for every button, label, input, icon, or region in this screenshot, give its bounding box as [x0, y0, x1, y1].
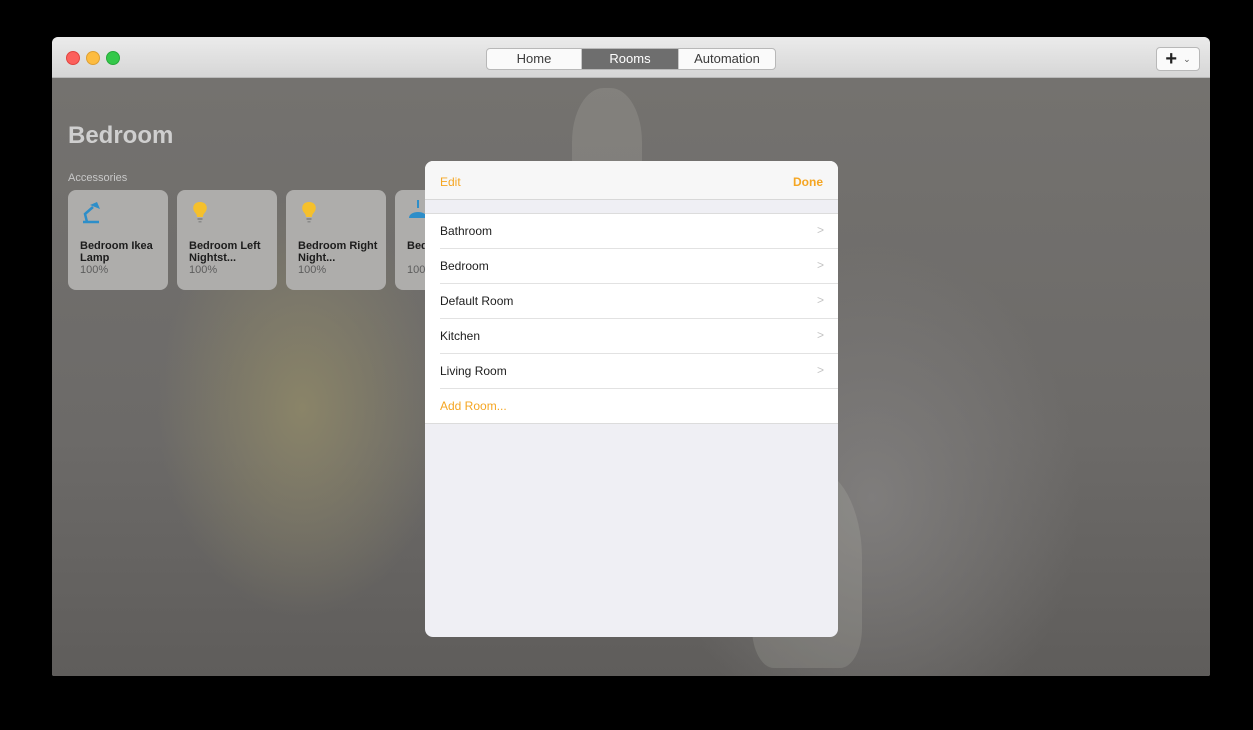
add-button[interactable]: + ⌄ — [1156, 47, 1200, 71]
chevron-right-icon: > — [816, 293, 824, 307]
plus-icon: + — [1165, 48, 1178, 70]
done-button[interactable]: Done — [793, 175, 823, 189]
accessory-status: 100% — [80, 264, 109, 276]
accessory-status: 100% — [189, 264, 218, 276]
accessory-tile[interactable]: Bedroom Ikea Lamp 100% — [68, 190, 168, 290]
accessory-tile[interactable]: Bedroom Left Nightst... 100% — [177, 190, 277, 290]
room-background: Bedroom Accessories Bedroom Ikea Lamp 10… — [52, 78, 1210, 676]
close-window-button[interactable] — [66, 51, 80, 65]
add-room-row[interactable]: Add Room... — [440, 389, 838, 423]
room-row-bedroom[interactable]: Bedroom > — [440, 249, 838, 284]
accessory-tile[interactable]: Bedroom Right Night... 100% — [286, 190, 386, 290]
room-name: Living Room — [440, 364, 507, 378]
chevron-right-icon: > — [816, 328, 824, 342]
room-row-kitchen[interactable]: Kitchen > — [440, 319, 838, 354]
room-row-default-room[interactable]: Default Room > — [440, 284, 838, 319]
room-row-living-room[interactable]: Living Room > — [440, 354, 838, 389]
chevron-down-icon: ⌄ — [1183, 53, 1191, 64]
edit-button[interactable]: Edit — [440, 175, 461, 189]
view-segmented-control: Home Rooms Automation — [486, 48, 776, 70]
tab-automation[interactable]: Automation — [679, 49, 775, 69]
light-bulb-icon — [193, 202, 207, 223]
title-bar: Home Rooms Automation + ⌄ — [52, 37, 1210, 78]
accessory-name: Bedroom Ikea Lamp — [80, 240, 153, 264]
chevron-right-icon: > — [816, 223, 824, 237]
modal-header: Edit Done — [425, 161, 838, 200]
zoom-window-button[interactable] — [106, 51, 120, 65]
tab-rooms[interactable]: Rooms — [582, 49, 679, 69]
minimize-window-button[interactable] — [86, 51, 100, 65]
accessories-section-label: Accessories — [68, 172, 128, 184]
room-name: Bedroom — [440, 259, 489, 273]
tab-home[interactable]: Home — [487, 49, 582, 69]
add-room-button[interactable]: Add Room... — [440, 399, 507, 413]
light-bulb-icon — [302, 202, 316, 223]
accessory-name: Bedroom Right Night... — [298, 240, 378, 264]
desk-lamp-icon — [83, 202, 100, 224]
accessory-name: Bedroom Left Nightst... — [189, 240, 261, 264]
room-name: Bathroom — [440, 224, 493, 238]
room-name: Kitchen — [440, 329, 481, 343]
room-name: Default Room — [440, 294, 514, 308]
accessory-status: 100% — [298, 264, 327, 276]
room-list: Bathroom > Bedroom > Default Room > Kitc… — [425, 213, 838, 424]
room-row-bathroom[interactable]: Bathroom > — [440, 214, 838, 249]
accessory-status: 100 — [407, 264, 426, 276]
room-title: Bedroom — [68, 122, 174, 149]
rooms-modal: Edit Done Bathroom > Bedroom > Default R… — [425, 161, 838, 637]
chevron-right-icon: > — [816, 363, 824, 377]
chevron-right-icon: > — [816, 258, 824, 272]
app-window: Home Rooms Automation + ⌄ Bedroom Access… — [52, 37, 1210, 676]
